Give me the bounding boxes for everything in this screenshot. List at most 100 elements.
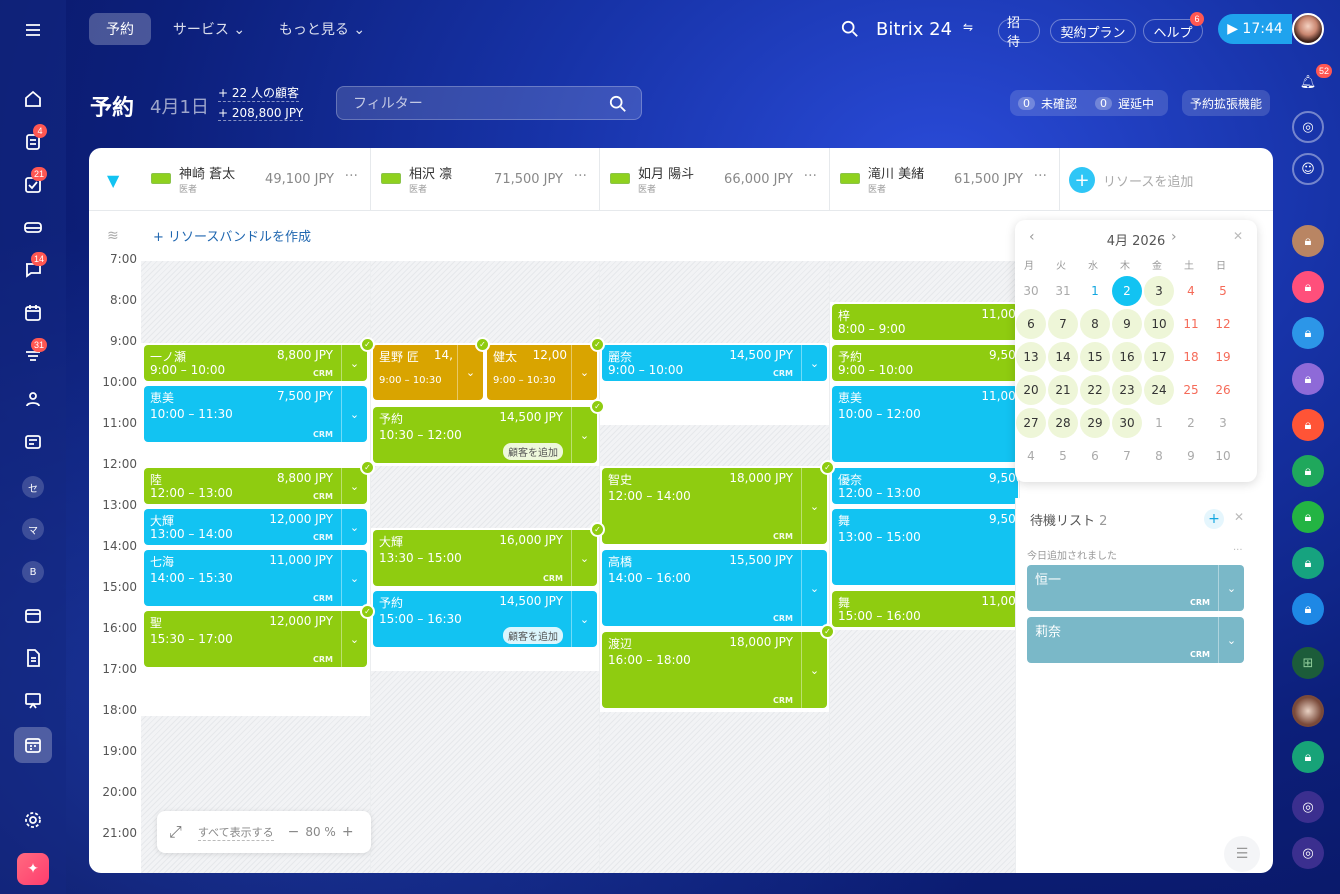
chevron-down-icon[interactable]: ⌄ (1218, 617, 1244, 663)
menu-icon[interactable] (19, 16, 47, 44)
card-crm[interactable]: CRM (313, 369, 333, 378)
home-icon[interactable] (19, 85, 47, 113)
inbox-icon[interactable] (19, 213, 47, 241)
booking-card[interactable]: 予約9,500 JP9:00 – 10:00 (832, 345, 1018, 381)
more-icon[interactable]: ··· (574, 168, 587, 184)
resource-4[interactable]: 滝川 美緒 医者 61,500 JPY ··· (830, 148, 1060, 211)
card-crm[interactable]: CRM (773, 532, 793, 541)
card-crm[interactable]: CRM (773, 696, 793, 705)
filter-funnel-icon[interactable]: ▼ (107, 171, 119, 190)
lock-chat-icon[interactable]: 🔒︎ (1292, 409, 1324, 441)
booking-card[interactable]: 恵美 7,500 JPY 10:00 – 11:30 CRM ⌄ (144, 386, 367, 442)
more-icon[interactable]: ··· (1233, 545, 1243, 556)
calendar-day[interactable]: 12 (1208, 309, 1238, 339)
calendar-day[interactable]: 17 (1144, 342, 1174, 372)
delayed-label[interactable]: 遅延中 (1118, 95, 1154, 112)
booking-card[interactable]: 麗奈 14,500 JPY 9:00 – 10:00 CRM ⌄ (602, 345, 827, 381)
chevron-down-icon[interactable]: ⌄ (801, 468, 827, 544)
booking-card[interactable]: 智史 18,000 JPY 12:00 – 14:00 CRM ⌄ (602, 468, 827, 544)
calendar-day[interactable]: 11 (1176, 309, 1206, 339)
card-crm[interactable]: CRM (773, 369, 793, 378)
waitlist-item[interactable]: 莉奈 CRM ⌄ (1027, 617, 1244, 663)
calendar-day[interactable]: 18 (1176, 342, 1206, 372)
card-crm[interactable]: CRM (313, 430, 333, 439)
page-date[interactable]: 4月1日 (150, 93, 209, 119)
add-resource-icon[interactable]: + (1069, 167, 1095, 193)
calendar-day[interactable]: 3 (1144, 276, 1174, 306)
workgroup-ma[interactable]: マ (22, 518, 44, 540)
calendar-day[interactable]: 5 (1048, 441, 1078, 471)
collapse-icon[interactable]: ✕ (1234, 510, 1244, 524)
lock-chat-icon[interactable]: 🔒︎ (1292, 741, 1324, 773)
calendar-day[interactable]: 1 (1080, 276, 1110, 306)
unconfirmed-label[interactable]: 未確認 (1041, 95, 1077, 112)
presentation-icon[interactable] (19, 687, 47, 715)
booking-card[interactable]: 舞11,000 JP15:00 – 16:00 (832, 591, 1018, 627)
filter-search-icon[interactable] (609, 95, 627, 113)
timer-button[interactable]: ▶ 17:44 (1218, 14, 1292, 44)
booking-card[interactable]: 高橋 15,500 JPY 14:00 – 16:00 CRM ⌄ (602, 550, 827, 626)
card-crm[interactable]: CRM (313, 492, 333, 501)
add-resource-label[interactable]: リソースを追加 (1103, 171, 1193, 190)
store-icon[interactable] (19, 601, 47, 629)
calendar-day[interactable]: 16 (1112, 342, 1142, 372)
settings-icon[interactable] (19, 806, 47, 834)
document-icon[interactable] (19, 644, 47, 672)
extensions-button[interactable]: 予約拡張機能 (1182, 90, 1270, 116)
calendar-day[interactable]: 3 (1208, 408, 1238, 438)
copilot-chat-icon[interactable]: ◎ (1292, 837, 1324, 869)
chevron-down-icon[interactable]: ⌄ (801, 550, 827, 626)
booking-card[interactable]: 優奈9,500 JP12:00 – 13:00 (832, 468, 1018, 504)
chevron-down-icon[interactable]: ⌄ (457, 345, 483, 400)
chevron-down-icon[interactable]: ⌄ (801, 345, 827, 381)
calendar-day[interactable]: 29 (1080, 408, 1110, 438)
chevron-down-icon[interactable]: ⌄ (571, 591, 597, 647)
copilot-icon[interactable]: ◎ (1292, 111, 1324, 143)
crm-icon[interactable] (19, 428, 47, 456)
calendar-day[interactable]: 6 (1016, 309, 1046, 339)
calendar-day[interactable]: 27 (1016, 408, 1046, 438)
lock-chat-icon[interactable]: 🔒︎ (1292, 317, 1324, 349)
calendar-day[interactable]: 13 (1016, 342, 1046, 372)
add-client-button[interactable]: 顧客を追加 (503, 443, 563, 460)
more-icon[interactable]: ··· (345, 168, 358, 184)
chevron-down-icon[interactable]: ⌄ (341, 550, 367, 606)
calendar-day[interactable]: 15 (1080, 342, 1110, 372)
calendar-icon[interactable] (19, 299, 47, 327)
card-crm[interactable]: CRM (313, 594, 333, 603)
calendar-day[interactable]: 9 (1112, 309, 1142, 339)
booking-icon[interactable] (14, 727, 52, 763)
waitlist-item[interactable]: 恒一 CRM ⌄ (1027, 565, 1244, 611)
calendar-day[interactable]: 2 (1112, 276, 1142, 306)
collapse-icon[interactable]: ✕ (1233, 229, 1243, 243)
filter-input[interactable]: フィルター (336, 86, 642, 120)
expand-icon[interactable]: ⤢ (169, 822, 182, 842)
rocket-icon[interactable]: ✦ (17, 853, 49, 885)
create-bundle-link[interactable]: + リソースバンドルを作成 (153, 226, 311, 245)
chevron-right-icon[interactable]: › (1171, 229, 1177, 245)
tasks-icon[interactable]: 4 (19, 124, 47, 156)
card-crm[interactable]: CRM (313, 655, 333, 664)
calendar-day[interactable]: 20 (1016, 375, 1046, 405)
calendar-day[interactable]: 4 (1016, 441, 1046, 471)
booking-card[interactable]: 大輝 16,000 JPY 13:30 – 15:00 CRM ⌄ (373, 530, 597, 586)
card-crm[interactable]: CRM (313, 533, 333, 542)
card-crm[interactable]: CRM (1190, 598, 1210, 607)
chevron-down-icon[interactable]: ⌄ (571, 345, 597, 400)
more-icon[interactable]: ··· (1034, 168, 1047, 184)
lock-chat-icon[interactable]: 🔒︎ (1292, 501, 1324, 533)
more-icon[interactable]: ··· (804, 168, 817, 184)
chevron-down-icon[interactable]: ⌄ (341, 386, 367, 442)
calendar-day[interactable]: 6 (1080, 441, 1110, 471)
stat-amount[interactable]: + 208,800 JPY (218, 106, 304, 121)
card-crm[interactable]: CRM (773, 614, 793, 623)
calendar-day[interactable]: 2 (1176, 408, 1206, 438)
zoom-out-icon[interactable]: − (288, 824, 300, 840)
support-icon[interactable]: ☺ (1292, 153, 1324, 185)
user-avatar[interactable] (1292, 13, 1324, 45)
tab-booking[interactable]: 予約 (89, 13, 151, 45)
tab-more[interactable]: もっと見る ⌄ (272, 13, 372, 45)
show-all-link[interactable]: すべて表示する (197, 824, 274, 841)
contact-avatar[interactable] (1292, 695, 1324, 727)
zoom-in-icon[interactable]: + (342, 824, 354, 840)
